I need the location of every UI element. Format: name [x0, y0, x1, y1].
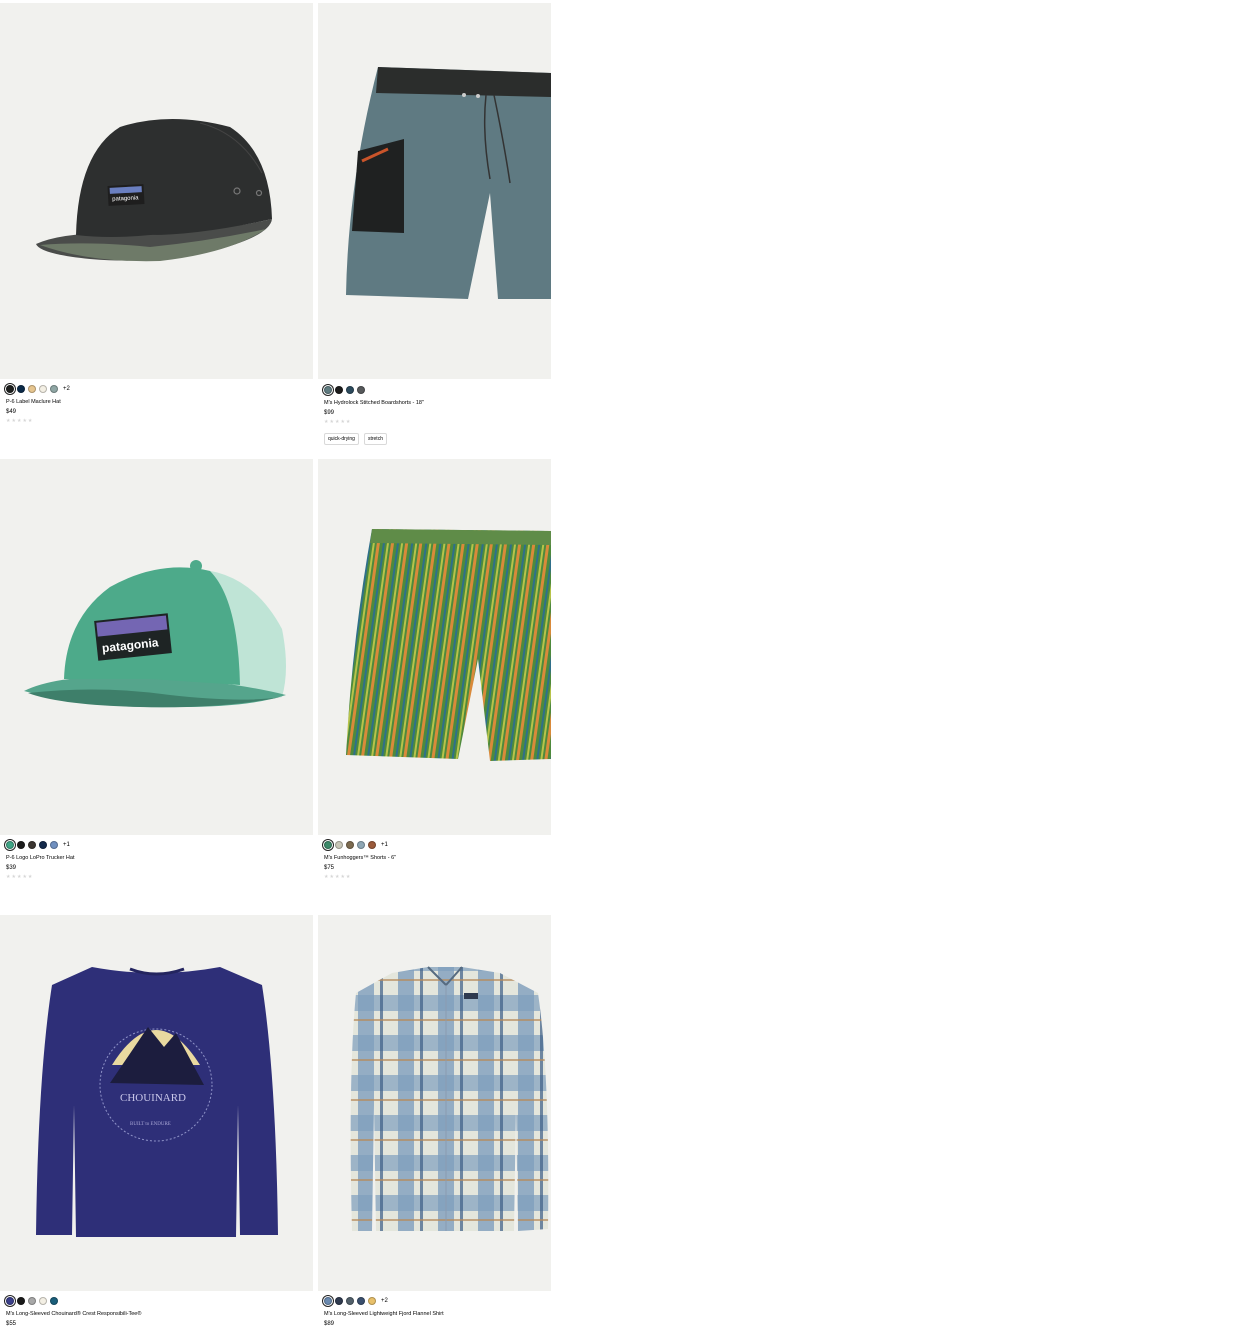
product-name[interactable]: M's Long-Sleeved Chouinard® Crest Respon…: [6, 1311, 141, 1318]
swatch[interactable]: [6, 1297, 14, 1305]
product-name[interactable]: M's Funhoggers™ Shorts - 6": [324, 855, 396, 862]
swatch[interactable]: [335, 841, 343, 849]
swatch[interactable]: [39, 841, 47, 849]
swatch[interactable]: [346, 841, 354, 849]
swatch[interactable]: [50, 841, 58, 849]
swatch[interactable]: [335, 1297, 343, 1305]
color-swatches: [324, 386, 365, 394]
color-swatches: +2: [324, 1297, 388, 1305]
rating-stars: ★★★★★: [324, 874, 352, 880]
product-image[interactable]: patagonia: [0, 3, 313, 379]
trucker-hat-image: patagonia: [24, 560, 286, 708]
product-price: $55: [6, 1321, 17, 1327]
product-card[interactable]: patagonia +1 P-6 Logo LoPro Trucker Hat …: [0, 456, 313, 911]
swatch[interactable]: [324, 1297, 332, 1305]
product-image[interactable]: [318, 915, 551, 1291]
product-card[interactable]: +2 M's Long-Sleeved Lightweight Fjord Fl…: [318, 912, 551, 1327]
feature-tag[interactable]: stretch: [363, 433, 387, 445]
product-name[interactable]: P-6 Label Maclure Hat: [6, 399, 61, 406]
product-image[interactable]: CHOUINARD BUILT to ENDURE: [0, 915, 313, 1291]
swatch[interactable]: [335, 386, 343, 394]
color-swatches: +2: [6, 385, 70, 393]
more-colors[interactable]: +2: [63, 386, 70, 392]
swatch[interactable]: [28, 1297, 36, 1305]
product-grid: patagonia +2 P-6 Label Maclure Hat $49 ★…: [0, 0, 1250, 1327]
swatch[interactable]: [357, 1297, 365, 1305]
swatch[interactable]: [6, 841, 14, 849]
feature-tags: quick-drying stretch: [324, 433, 387, 445]
color-swatches: +1: [6, 841, 70, 849]
product-price: $89: [324, 1321, 335, 1327]
color-swatches: [6, 1297, 58, 1305]
swatch[interactable]: [368, 841, 376, 849]
more-colors[interactable]: +2: [381, 1298, 388, 1304]
rating-stars: ★★★★★: [6, 874, 34, 880]
product-card[interactable]: patagonia +2 P-6 Label Maclure Hat $49 ★…: [0, 0, 313, 455]
swatch[interactable]: [357, 841, 365, 849]
hat-image: patagonia: [36, 119, 272, 262]
rating-stars: ★★★★★: [6, 418, 34, 424]
product-name[interactable]: M's Long-Sleeved Lightweight Fjord Flann…: [324, 1311, 444, 1318]
product-card[interactable]: M's Hydrolock Stitched Boardshorts - 18"…: [318, 0, 551, 455]
tee-image: CHOUINARD BUILT to ENDURE: [36, 967, 278, 1237]
svg-text:BUILT to ENDURE: BUILT to ENDURE: [130, 1122, 171, 1127]
swatch[interactable]: [324, 386, 332, 394]
product-price: $39: [6, 865, 17, 871]
product-card[interactable]: CHOUINARD BUILT to ENDURE M's Long-Sleev…: [0, 912, 313, 1327]
more-colors[interactable]: +1: [63, 842, 70, 848]
color-swatches: +1: [324, 841, 388, 849]
product-image[interactable]: patagonia: [0, 459, 313, 835]
product-name[interactable]: M's Hydrolock Stitched Boardshorts - 18": [324, 400, 424, 407]
swatch[interactable]: [6, 385, 14, 393]
rating-stars: ★★★★★: [324, 419, 352, 425]
swatch[interactable]: [50, 385, 58, 393]
more-colors[interactable]: +1: [381, 842, 388, 848]
swatch[interactable]: [50, 1297, 58, 1305]
shorts-image: [346, 529, 551, 761]
product-price: $99: [324, 410, 335, 416]
swatch[interactable]: [324, 841, 332, 849]
product-image[interactable]: [318, 3, 551, 379]
product-name[interactable]: P-6 Logo LoPro Trucker Hat: [6, 855, 74, 862]
swatch[interactable]: [28, 841, 36, 849]
product-price: $49: [6, 409, 17, 415]
product-price: $75: [324, 865, 335, 871]
swatch[interactable]: [17, 1297, 25, 1305]
swatch[interactable]: [39, 385, 47, 393]
boardshorts-image: [346, 67, 551, 299]
feature-tag[interactable]: quick-drying: [324, 433, 359, 445]
product-card[interactable]: +1 M's Funhoggers™ Shorts - 6" $75 ★★★★★: [318, 456, 551, 911]
product-image[interactable]: [318, 459, 551, 835]
swatch[interactable]: [368, 1297, 376, 1305]
flannel-shirt-image: [350, 966, 549, 1231]
swatch[interactable]: [39, 1297, 47, 1305]
swatch[interactable]: [28, 385, 36, 393]
swatch[interactable]: [346, 386, 354, 394]
swatch[interactable]: [17, 841, 25, 849]
swatch[interactable]: [17, 385, 25, 393]
swatch[interactable]: [346, 1297, 354, 1305]
swatch[interactable]: [357, 386, 365, 394]
svg-text:CHOUINARD: CHOUINARD: [120, 1092, 186, 1104]
